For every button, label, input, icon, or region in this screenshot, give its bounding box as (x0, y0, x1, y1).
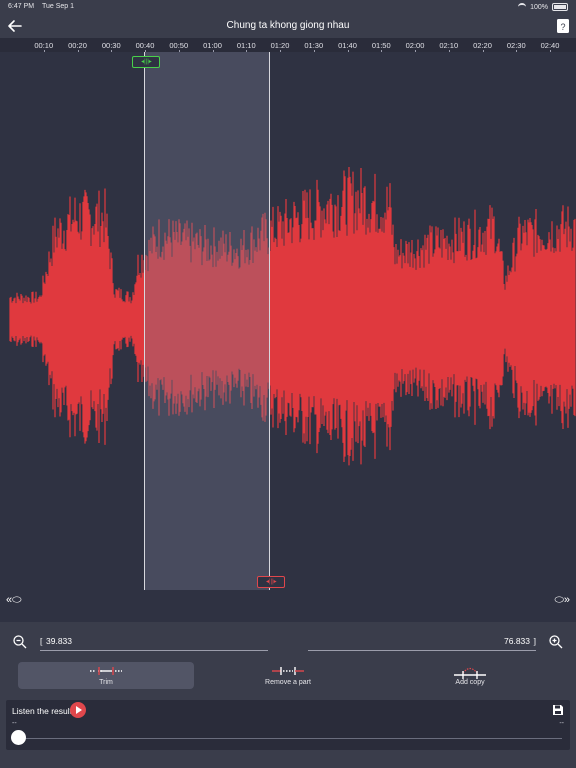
position-left: -- (12, 720, 17, 727)
selection-region[interactable] (144, 52, 270, 590)
status-date: Tue Sep 1 (42, 3, 75, 10)
position-right: -- (559, 720, 564, 727)
timeline-label: 01:50 (371, 41, 391, 50)
timeline-label: 01:00 (203, 41, 222, 50)
status-right: 100% (518, 3, 568, 11)
svg-text:?: ? (560, 22, 565, 32)
listen-panel: Listen the result -- -- (6, 700, 570, 750)
tool-trim[interactable]: Trim (18, 662, 194, 689)
timeline-ruler[interactable]: 00:10 00:20 00:30 00:40 00:50 01:00 01:10 01:20… (0, 38, 576, 52)
remove-part-icon (272, 667, 304, 675)
timeline-label: 02:40 (540, 41, 560, 50)
add-copy-icon (454, 667, 486, 679)
nav-bar: Chung ta khong giong nhau ? (0, 14, 576, 38)
timeline-label: 01:40 (338, 41, 357, 50)
selection-start-line[interactable] (144, 52, 146, 590)
selection-end-line[interactable] (269, 52, 271, 590)
wifi-icon (518, 3, 527, 11)
timeline-label: 02:00 (405, 41, 425, 50)
scroll-to-end-button[interactable]: ⬭» (554, 594, 570, 607)
waveform (9, 166, 576, 466)
bottom-strip (0, 752, 576, 768)
tool-add-copy[interactable]: Add copy (382, 662, 558, 689)
status-time: 6:47 PM (8, 3, 35, 10)
listen-label: Listen the result (12, 706, 73, 716)
status-bar: 6:47 PM Tue Sep 1 100% (0, 0, 576, 14)
zoom-out-icon[interactable] (12, 634, 28, 650)
page-title: Chung ta khong giong nhau (226, 20, 350, 31)
timeline-label: 00:50 (169, 41, 189, 50)
end-handle[interactable]: ◂|||▸ (257, 576, 286, 588)
zoom-in-icon[interactable] (548, 634, 564, 650)
timeline-label: 02:10 (439, 41, 459, 50)
timeline-label: 02:20 (473, 41, 492, 50)
playback-slider-thumb[interactable] (11, 730, 26, 745)
playback-slider-track[interactable] (22, 738, 562, 739)
battery-icon (552, 3, 568, 11)
start-time-field[interactable]: 39.833 (46, 636, 72, 646)
timeline-label: 01:10 (236, 41, 256, 50)
tool-trim-label: Trim (99, 679, 113, 686)
info-icon[interactable]: ? (556, 18, 570, 34)
scroll-to-start-button[interactable]: «⬭ (6, 594, 22, 607)
battery-percent: 100% (530, 3, 548, 11)
save-icon[interactable] (552, 704, 564, 716)
start-time-bracket: [ (40, 636, 43, 646)
timeline-label: 02:30 (506, 41, 526, 50)
timeline-label: 01:30 (304, 41, 324, 50)
timeline-label: 01:20 (270, 41, 290, 50)
trim-icon (90, 667, 122, 675)
timeline-label: 00:30 (101, 41, 121, 50)
timeline-label: 00:40 (135, 41, 155, 50)
start-handle[interactable]: ◂|||▸ (132, 56, 161, 68)
play-icon[interactable] (70, 702, 86, 718)
timeline-label: 00:10 (34, 41, 54, 50)
end-time-bracket: ] (533, 636, 536, 646)
end-time-underline (308, 650, 536, 651)
start-time-underline (40, 650, 268, 651)
timeline-label: 00:20 (68, 41, 87, 50)
tool-add-copy-label: Add copy (455, 679, 485, 686)
waveform-path (9, 166, 576, 466)
end-time-field[interactable]: 76.833 (504, 636, 530, 646)
tool-remove-part[interactable]: Remove a part (200, 662, 376, 689)
tool-remove-part-label: Remove a part (265, 679, 311, 686)
waveform-area[interactable]: ◂|||▸ ◂|||▸ (0, 52, 576, 590)
